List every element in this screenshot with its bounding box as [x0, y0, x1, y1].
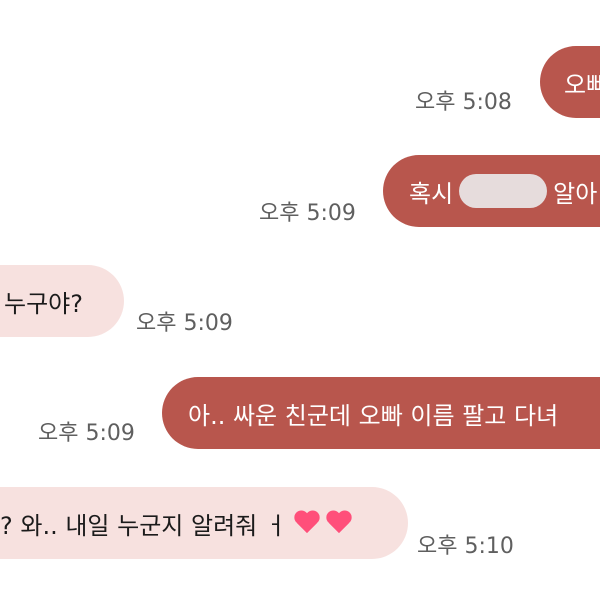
message-bubble-received[interactable]: 누구야?: [0, 265, 124, 337]
blurred-name: [459, 174, 548, 208]
message-bubble-sent[interactable]: 혹시 알아: [383, 155, 600, 227]
heart-icon: [327, 511, 351, 535]
message-text: 아.. 싸운 친군데 오빠 이름 팔고 다녀: [188, 401, 559, 430]
message-text: 오빠: [564, 70, 600, 99]
message-time: 오후 5:09: [136, 311, 233, 336]
message-text-before: 혹시: [409, 179, 454, 208]
chat-thread: 오후 5:08 오빠 오후 5:09 혹시 알아 누구야? 오후 5:09 오후…: [0, 0, 600, 600]
message-time: 오후 5:08: [415, 90, 512, 115]
message-text: ? 와.. 내일 누군지 알려줘 ㅓ: [0, 511, 287, 540]
message-text-after: 알아: [553, 179, 598, 208]
message-bubble-sent[interactable]: 오빠: [540, 46, 600, 118]
message-bubble-sent[interactable]: 아.. 싸운 친군데 오빠 이름 팔고 다녀: [162, 377, 600, 449]
heart-icon: [295, 511, 319, 535]
message-bubble-received[interactable]: ? 와.. 내일 누군지 알려줘 ㅓ: [0, 487, 408, 559]
message-time: 오후 5:10: [417, 534, 514, 559]
message-time: 오후 5:09: [38, 421, 135, 446]
message-time: 오후 5:09: [259, 201, 356, 226]
message-text: 누구야?: [4, 289, 83, 318]
